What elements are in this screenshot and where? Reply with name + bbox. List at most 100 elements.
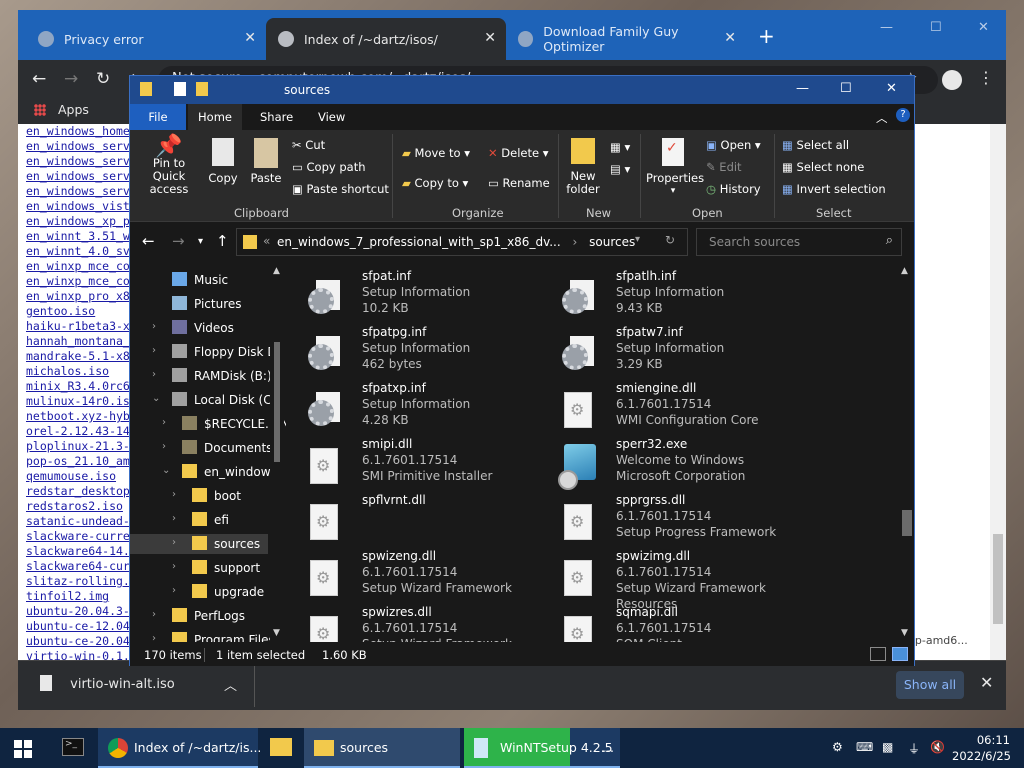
iso-link[interactable]: redstar_desktop — [26, 484, 130, 499]
nav-pane-scrollbar-thumb[interactable] — [274, 342, 280, 462]
chevron-right-icon[interactable]: › — [152, 633, 156, 642]
edit-button[interactable]: ✎ Edit — [706, 160, 742, 174]
search-box[interactable]: Search sources ⌕ — [696, 228, 902, 256]
iso-link[interactable]: redstaros2.iso — [26, 499, 130, 514]
forward-arrow-icon[interactable]: → — [172, 232, 185, 250]
color-icon[interactable]: ▩ — [882, 740, 893, 754]
nav-tree-item[interactable]: › Documents a — [130, 438, 284, 458]
file-tile[interactable]: spprgrss.dll 6.1.7601.17514 Setup Progress… — [542, 492, 792, 548]
file-tile[interactable]: sfpatlh.inf Setup Information 9.43 KB — [542, 268, 792, 324]
scroll-up-icon[interactable]: ▲ — [273, 266, 280, 276]
taskbar-winntsetup[interactable]: WinNTSetup 4.2.5 ... — [464, 728, 620, 768]
iso-link[interactable]: en_windows_vist — [26, 199, 130, 214]
open-button[interactable]: ▣ Open ▾ — [706, 138, 761, 152]
nav-tree-item[interactable]: Pictures — [130, 294, 268, 314]
chevron-right-icon[interactable]: › — [152, 609, 156, 620]
nav-pane-scrollbar[interactable]: ▲ ▼ — [270, 262, 284, 642]
file-tile[interactable]: sperr32.exe Welcome to Windows Microsoft C… — [542, 436, 792, 492]
iso-link[interactable]: en_winxp_pro_x8 — [26, 289, 130, 304]
large-icons-view-icon[interactable] — [892, 647, 908, 661]
show-all-button[interactable]: Show all — [896, 671, 964, 699]
help-icon[interactable]: ? — [896, 108, 910, 122]
collapse-ribbon-icon[interactable]: ︿ — [876, 110, 888, 126]
scroll-down-icon[interactable]: ▼ — [901, 628, 908, 638]
iso-link[interactable]: en_winxp_mce_co — [26, 274, 130, 289]
file-tile[interactable]: sfpatxp.inf Setup Information 4.28 KB — [288, 380, 538, 436]
iso-link[interactable]: en_windows_xp_p — [26, 214, 130, 229]
file-tile[interactable]: sfpatpg.inf Setup Information 462 bytes — [288, 324, 538, 380]
recent-locations-chevron-icon[interactable]: ▾ — [198, 236, 203, 247]
apps-shortcut[interactable]: Apps — [34, 102, 89, 117]
scroll-up-icon[interactable]: ▲ — [901, 266, 908, 276]
chevron-down-icon[interactable]: ⌄ — [152, 393, 160, 404]
chrome-close-button[interactable]: ✕ — [978, 20, 989, 35]
close-tab-icon[interactable]: ✕ — [724, 30, 736, 46]
usb-icon[interactable]: ⏚ — [908, 740, 920, 757]
nav-tree-item[interactable]: › efi — [130, 510, 268, 530]
tab-view[interactable]: View — [318, 110, 345, 124]
delete-button[interactable]: ✕ Delete ▾ — [488, 146, 549, 160]
close-tab-icon[interactable]: ✕ — [484, 30, 496, 46]
close-tab-icon[interactable]: ✕ — [244, 30, 256, 46]
chevron-right-icon[interactable]: › — [152, 321, 156, 332]
forward-button[interactable]: → — [64, 69, 78, 89]
nav-tree-item[interactable]: › sources — [130, 534, 268, 554]
chrome-minimize-button[interactable]: — — [880, 20, 893, 35]
network-icon[interactable]: ⚙ — [832, 740, 843, 754]
iso-link[interactable]: michalos.iso — [26, 364, 130, 379]
nav-tree-item[interactable]: › support — [130, 558, 268, 578]
download-options-chevron-icon[interactable]: ︿ — [224, 675, 237, 694]
cmd-taskbar-button[interactable]: >_ — [52, 728, 94, 768]
properties-button[interactable]: ✓ Properties ▾ — [646, 138, 704, 198]
chevron-right-icon[interactable]: › — [152, 345, 156, 356]
new-tab-button[interactable]: + — [758, 24, 775, 48]
iso-link[interactable]: pop-os_21.10_am — [26, 454, 130, 469]
details-view-icon[interactable] — [870, 647, 886, 661]
chevron-right-icon[interactable]: › — [152, 369, 156, 380]
iso-link[interactable]: orel-2.12.43-14 — [26, 424, 130, 439]
new-folder-quick-icon[interactable] — [196, 82, 208, 96]
file-tile[interactable]: smipi.dll 6.1.7601.17514 SMI Primitive Ins… — [288, 436, 538, 492]
iso-link[interactable]: en_windows_serv — [26, 184, 130, 199]
iso-link[interactable]: mulinux-14r0.is — [26, 394, 130, 409]
nav-tree-item[interactable]: › Videos — [130, 318, 268, 338]
nav-tree-item[interactable]: › RAMDisk (B:) — [130, 366, 272, 386]
tab-file[interactable]: File — [130, 104, 186, 130]
file-tile[interactable]: smiengine.dll 6.1.7601.17514 WMI Configura… — [542, 380, 792, 436]
select-all-button[interactable]: ▦ Select all — [782, 138, 849, 152]
file-tile[interactable]: spwizeng.dll 6.1.7601.17514 Setup Wizard F… — [288, 548, 538, 604]
chevron-right-icon[interactable]: › — [172, 489, 176, 500]
file-tile[interactable]: sfpat.inf Setup Information 10.2 KB — [288, 268, 538, 324]
file-explorer-pinned[interactable] — [262, 728, 300, 768]
keyboard-icon[interactable]: ⌨ — [856, 740, 873, 754]
nav-tree-item[interactable]: › Program Files — [130, 630, 275, 642]
nav-tree-item[interactable]: › boot — [130, 486, 268, 506]
iso-link[interactable]: satanic-undead- — [26, 514, 130, 529]
iso-link[interactable]: slackware64-cur — [26, 559, 130, 574]
chevron-right-icon[interactable]: › — [172, 537, 176, 548]
chevron-right-icon[interactable]: › — [172, 585, 176, 596]
nav-tree-item[interactable]: Music — [130, 270, 268, 290]
nav-tree-item[interactable]: › $RECYCLE.BIN — [130, 414, 286, 434]
file-tile[interactable]: spwizres.dll 6.1.7601.17514Setup Wizard F… — [288, 604, 538, 642]
history-button[interactable]: ◷ History — [706, 182, 761, 196]
address-dropdown-chevron-icon[interactable]: ▾ — [635, 234, 640, 245]
iso-link[interactable]: mandrake-5.1-x8 — [26, 349, 130, 364]
rename-button[interactable]: ▭ Rename — [488, 176, 550, 190]
invert-selection-button[interactable]: ▦ Invert selection — [782, 182, 886, 196]
chevron-right-icon[interactable]: › — [162, 441, 166, 452]
iso-link[interactable]: hannah_montana_ — [26, 334, 130, 349]
iso-link[interactable]: en_winxp_mce_co — [26, 259, 130, 274]
copy-to-button[interactable]: ▰ Copy to ▾ — [402, 176, 468, 190]
iso-link[interactable]: ubuntu-20.04.3- — [26, 604, 130, 619]
scroll-down-icon[interactable]: ▼ — [273, 628, 280, 638]
iso-link[interactable]: ubuntu-ce-20.04 — [26, 634, 130, 649]
easy-access-icon[interactable]: ▤ ▾ — [610, 162, 630, 176]
iso-link[interactable]: tinfoil2.img — [26, 589, 130, 604]
address-bar[interactable]: « en_windows_7_professional_with_sp1_x86… — [236, 228, 688, 256]
iso-link[interactable]: en_winnt_4.0_sv — [26, 244, 130, 259]
back-button[interactable]: ← — [32, 69, 46, 89]
nav-tree-item[interactable]: ⌄ Local Disk (C:) — [130, 390, 280, 410]
chrome-menu-icon[interactable]: ⋮ — [978, 68, 994, 87]
iso-link[interactable]: slackware64-14. — [26, 544, 130, 559]
